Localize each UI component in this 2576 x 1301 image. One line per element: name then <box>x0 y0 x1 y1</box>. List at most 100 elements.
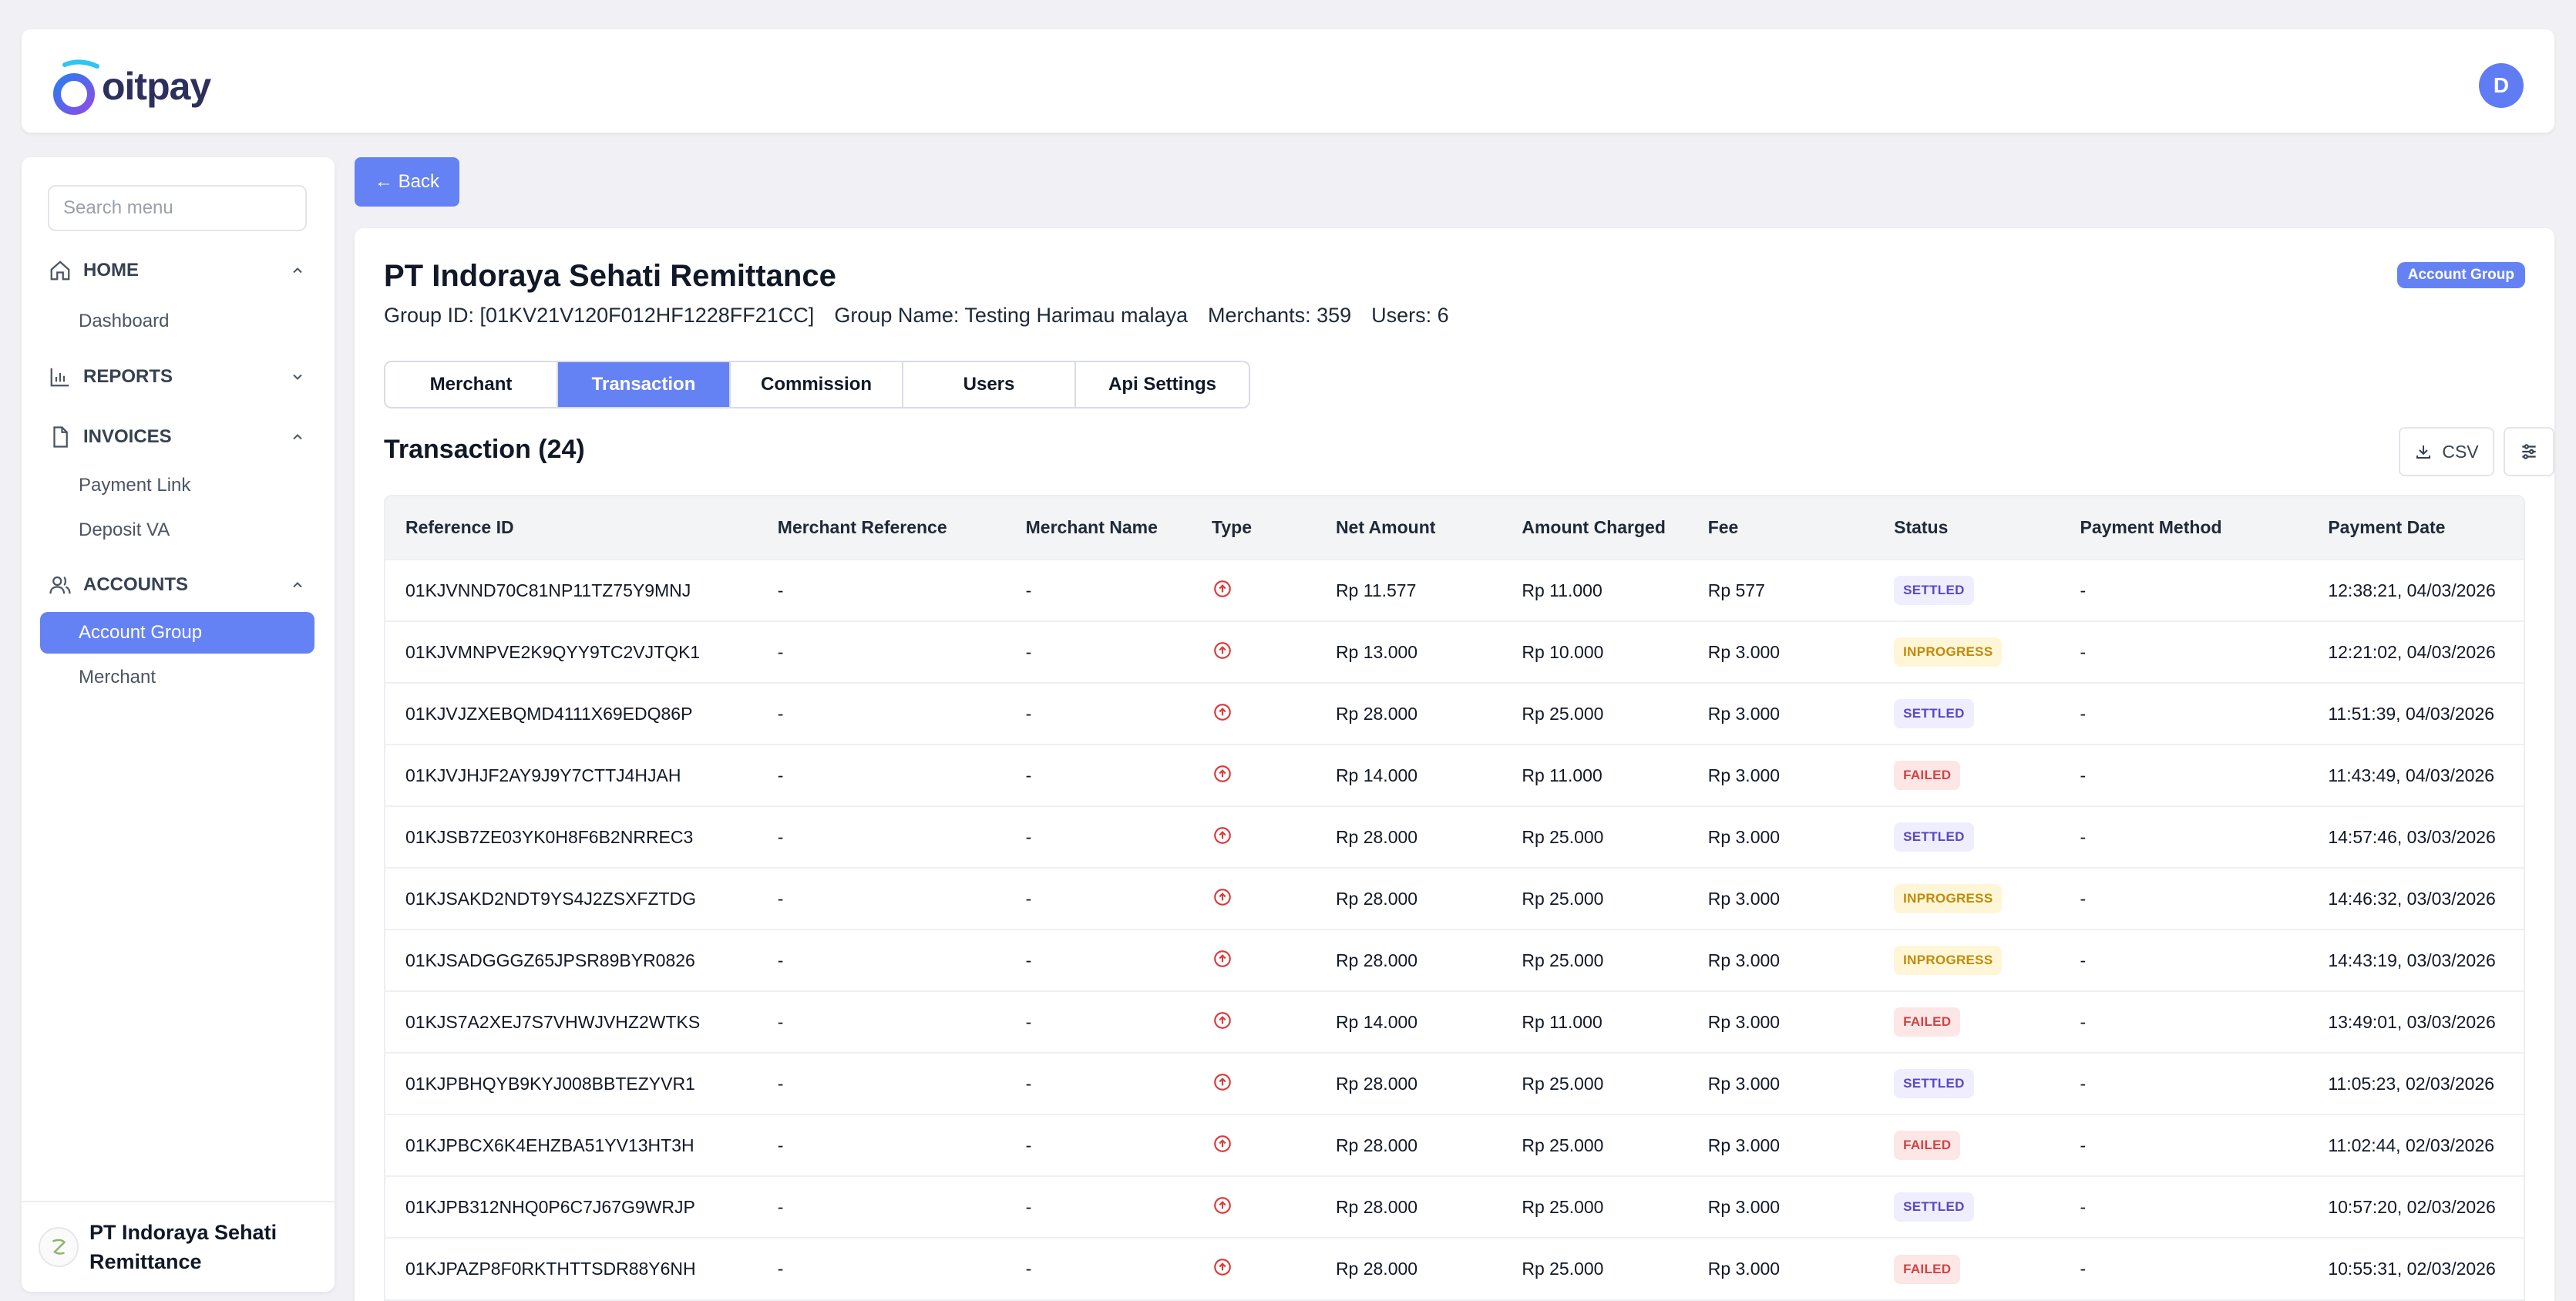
status-cell: INPROGRESS <box>1874 621 2060 683</box>
table-row[interactable]: 01KJVJZXEBQMD4111X69EDQ86P - - Rp 28.000 Rp … <box>385 683 2524 745</box>
payment-date-cell: 11:05:23, 02/03/2026 <box>2328 1073 2495 1094</box>
status-badge: SETTLED <box>1894 822 1974 852</box>
amount-charged-cell: Rp 11.000 <box>1522 580 1602 600</box>
arrow-up-circle-icon <box>1212 578 1233 600</box>
col-header[interactable]: Net Amount <box>1316 496 1502 560</box>
net-amount-cell: Rp 28.000 <box>1335 950 1418 970</box>
tab-commission[interactable]: Commission <box>731 362 903 407</box>
sliders-icon <box>2522 444 2536 459</box>
arrow-up-circle-icon <box>1212 701 1233 723</box>
reference-id-cell: 01KJSB7ZE03YK0H8F6B2NRREC3 <box>405 826 694 847</box>
arrow-up-circle-icon <box>1212 825 1233 846</box>
reference-id-cell: 01KJPAZP8F0RKTHTTSDR88Y6NH <box>405 1259 696 1279</box>
type-cell <box>1192 745 1316 806</box>
status-cell: SETTLED <box>1874 683 2060 745</box>
merchant-reference-cell: - <box>777 1011 784 1032</box>
table-row[interactable]: 01KJVJHJF2AY9J9Y7CTTJ4HJAH - - Rp 14.000 Rp … <box>385 745 2524 806</box>
col-header[interactable]: Merchant Name <box>1006 496 1192 560</box>
nav-section-invoices[interactable]: INVOICES <box>48 418 307 456</box>
nav-section-label: REPORTS <box>83 366 173 387</box>
type-cell <box>1192 930 1316 991</box>
arrow-up-circle-icon <box>1212 763 1233 785</box>
table-row[interactable]: 01KJPBHQYB9KYJ008BBTEZYVR1 - - Rp 28.000 Rp … <box>385 1053 2524 1114</box>
doitpay-logo[interactable]: oitpay <box>49 48 211 125</box>
payment-method-cell: - <box>2080 641 2087 662</box>
table-row[interactable]: 01KJSAKD2NDT9YS4J2ZSXFZTDG - - Rp 28.000 Rp … <box>385 868 2524 930</box>
type-cell <box>1192 1238 1316 1299</box>
fee-cell: Rp 3.000 <box>1707 1259 1781 1279</box>
amount-charged-cell: Rp 25.000 <box>1522 950 1604 970</box>
col-header[interactable]: Payment Date <box>2308 496 2524 560</box>
net-amount-cell: Rp 13.000 <box>1335 641 1418 662</box>
main-card: PT Indoraya Sehati Remittance Account Gr… <box>355 228 2554 1301</box>
table-row[interactable]: 01KJS7A2XEJ7S7VHWJVHZ2WTKS - - Rp 14.000 Rp … <box>385 991 2524 1053</box>
search-menu-input[interactable] <box>48 185 307 231</box>
status-badge: FAILED <box>1894 761 1961 790</box>
arrow-up-circle-icon <box>1212 1195 1233 1216</box>
csv-label: CSV <box>2442 441 2479 462</box>
fee-cell: Rp 3.000 <box>1707 765 1781 785</box>
fee-cell: Rp 3.000 <box>1707 888 1781 909</box>
fee-cell: Rp 3.000 <box>1707 1073 1781 1094</box>
users-count: Users: 6 <box>1371 304 1449 327</box>
merchant-reference-cell: - <box>777 1073 784 1094</box>
table-row[interactable]: 01KJPB312NHQ0P6C7J67G9WRJP - - Rp 28.000 Rp … <box>385 1176 2524 1238</box>
payment-method-cell: - <box>2080 1135 2087 1155</box>
tab-users[interactable]: Users <box>903 362 1076 407</box>
col-header[interactable]: Type <box>1192 496 1316 560</box>
tab-api-settings[interactable]: Api Settings <box>1076 362 1249 407</box>
merchant-name-cell: - <box>1025 950 1032 970</box>
sidebar-item-payment-link[interactable]: Payment Link <box>40 465 314 506</box>
sidebar-item-deposit-va[interactable]: Deposit VA <box>40 509 314 551</box>
col-header[interactable]: Status <box>1874 496 2060 560</box>
tab-merchant[interactable]: Merchant <box>385 362 558 407</box>
csv-export-button[interactable]: CSV <box>2399 427 2494 476</box>
merchant-name-cell: - <box>1025 1196 1032 1217</box>
col-header[interactable]: Amount Charged <box>1502 496 1687 560</box>
nav-section-home[interactable]: HOME <box>48 251 307 290</box>
amount-charged-cell: Rp 25.000 <box>1522 826 1604 847</box>
sidebar-item-account-group[interactable]: Account Group <box>40 612 314 654</box>
merchant-reference-cell: - <box>777 765 784 785</box>
arrow-up-circle-icon <box>1212 1071 1233 1093</box>
table-row[interactable]: 01KJSB7ZE03YK0H8F6B2NRREC3 - - Rp 28.000 Rp … <box>385 806 2524 868</box>
tab-transaction[interactable]: Transaction <box>558 362 731 407</box>
status-cell: FAILED <box>1874 991 2060 1053</box>
table-row[interactable]: 01KJVNND70C81NP11TZ75Y9MNJ - - Rp 11.577 Rp … <box>385 560 2524 621</box>
col-header[interactable]: Fee <box>1688 496 1874 560</box>
col-header[interactable]: Reference ID <box>385 496 758 560</box>
merchant-reference-cell: - <box>777 950 784 970</box>
back-button[interactable]: ← Back <box>355 157 459 207</box>
col-header[interactable]: Merchant Reference <box>758 496 1006 560</box>
nav-section-accounts[interactable]: ACCOUNTS <box>48 566 307 604</box>
payment-method-cell: - <box>2080 1011 2087 1032</box>
reference-id-cell: 01KJSADGGGZ65JPSR89BYR0826 <box>405 950 695 970</box>
payment-date-cell: 10:57:20, 02/03/2026 <box>2328 1196 2496 1217</box>
col-header[interactable]: Payment Method <box>2060 496 2309 560</box>
nav-section-reports[interactable]: REPORTS <box>48 358 307 396</box>
type-cell <box>1192 991 1316 1053</box>
top-header: oitpay D <box>22 29 2554 133</box>
status-cell: SETTLED <box>1874 806 2060 868</box>
column-settings-button[interactable] <box>2504 427 2554 476</box>
chevron-up-icon <box>288 576 307 594</box>
table-row[interactable]: 01KJPBCX6K4EHZBA51YV13HT3H - - Rp 28.000 Rp … <box>385 1114 2524 1176</box>
table-row[interactable]: 01KJSADGGGZ65JPSR89BYR0826 - - Rp 28.000 Rp … <box>385 930 2524 991</box>
type-cell <box>1192 683 1316 745</box>
table-row[interactable]: 01KJVMNPVE2K9QYY9TC2VJTQK1 - - Rp 13.000 Rp … <box>385 621 2524 683</box>
sidebar-item-merchant[interactable]: Merchant <box>40 657 314 698</box>
table-row[interactable]: 01KJPAZP8F0RKTHTTSDR88Y6NH - - Rp 28.000 Rp … <box>385 1238 2524 1299</box>
home-icon <box>48 258 72 283</box>
merchant-reference-cell: - <box>777 1196 784 1217</box>
status-badge: FAILED <box>1894 1007 1961 1037</box>
merchant-name-cell: - <box>1025 765 1032 785</box>
status-cell: INPROGRESS <box>1874 930 2060 991</box>
merchant-reference-cell: - <box>777 826 784 847</box>
sidebar-item-dashboard[interactable]: Dashboard <box>40 301 314 342</box>
type-cell <box>1192 868 1316 930</box>
merchant-name-cell: - <box>1025 888 1032 909</box>
sidebar-org-footer[interactable]: PT Indoraya Sehati Remittance <box>22 1201 335 1292</box>
nav-section-label: ACCOUNTS <box>83 574 188 595</box>
status-badge: INPROGRESS <box>1894 946 2003 975</box>
user-avatar[interactable]: D <box>2479 63 2524 108</box>
